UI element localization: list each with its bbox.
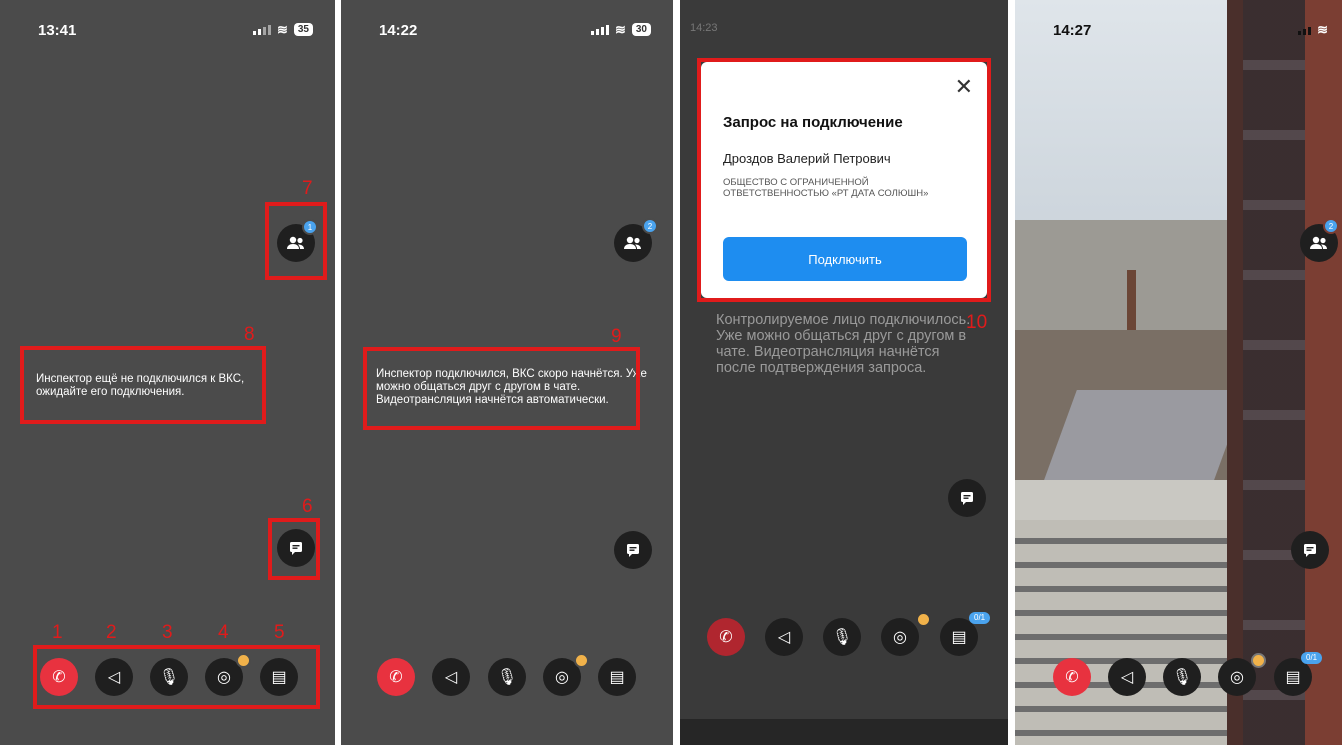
- annotation-box-participants: [265, 202, 327, 280]
- annotation-number-3: 3: [162, 622, 173, 643]
- speaker-button[interactable]: ◁: [432, 658, 470, 696]
- annotation-number-6: 6: [302, 496, 313, 517]
- end-call-button[interactable]: ✆: [377, 658, 415, 696]
- documents-count-badge: 0/1: [969, 612, 991, 624]
- chat-button[interactable]: [948, 479, 986, 517]
- status-bar: 13:41 ≋ 35: [0, 22, 335, 42]
- document-icon: ▤: [951, 629, 967, 646]
- chat-icon: [627, 544, 639, 557]
- phone-hangup-icon: ✆: [389, 669, 403, 686]
- speaker-icon: ◁: [1120, 669, 1134, 686]
- annotation-number-4: 4: [218, 622, 229, 643]
- chat-icon: [1304, 544, 1316, 557]
- location-indicator-dot: [1251, 653, 1266, 668]
- speaker-button[interactable]: ◁: [1108, 658, 1146, 696]
- location-indicator-dot: [574, 653, 589, 668]
- annotation-box-chat: [268, 518, 320, 580]
- annotation-number-1: 1: [52, 622, 63, 643]
- documents-count-badge: 0/1: [1301, 652, 1323, 664]
- documents-button[interactable]: ▤: [598, 658, 636, 696]
- microphone-icon: 🎙: [496, 669, 518, 686]
- location-button[interactable]: ◎: [881, 618, 919, 656]
- annotation-box-dialog: [697, 58, 991, 302]
- battery-icon: 35: [293, 23, 313, 36]
- annotation-number-2: 2: [106, 622, 117, 643]
- wifi-icon: ≋: [276, 22, 288, 37]
- annotation-number-10: 10: [966, 312, 988, 333]
- annotation-box-message: [20, 346, 266, 424]
- microphone-icon: 🎙: [1171, 669, 1193, 686]
- microphone-button[interactable]: 🎙: [488, 658, 526, 696]
- document-icon: ▤: [609, 669, 625, 686]
- chat-icon: [961, 492, 973, 505]
- screen-connection-request: 14:23 Контролируемое лицо подключилось. …: [680, 0, 1008, 745]
- wifi-icon: ≋: [1317, 22, 1328, 37]
- signal-icon: [590, 24, 609, 35]
- screen-video-broadcast: 14:27 ≋ 2 ✆ ◁ 🎙 ◎ ▤ 0/1: [1015, 0, 1342, 745]
- status-time: 14:23: [690, 22, 718, 34]
- status-time: 14:27: [1053, 22, 1092, 39]
- end-call-button[interactable]: ✆: [1053, 658, 1091, 696]
- participants-icon: [1310, 236, 1327, 249]
- annotation-number-5: 5: [274, 622, 285, 643]
- location-button[interactable]: ◎: [1218, 658, 1256, 696]
- signal-icon: [1298, 24, 1312, 35]
- speaker-button[interactable]: ◁: [765, 618, 803, 656]
- document-icon: ▤: [1285, 669, 1301, 686]
- participants-count-badge: 2: [1323, 218, 1339, 234]
- participants-icon: [624, 236, 641, 249]
- status-time: 14:22: [379, 22, 418, 39]
- location-pin-icon: ◎: [1230, 669, 1244, 686]
- phone-hangup-icon: ✆: [1065, 669, 1079, 686]
- speaker-icon: ◁: [777, 629, 791, 646]
- annotation-box-controls: [33, 645, 320, 709]
- microphone-button[interactable]: 🎙: [823, 618, 861, 656]
- android-navigation-bar: [680, 719, 1008, 745]
- annotation-number-8: 8: [244, 324, 255, 345]
- wifi-icon: ≋: [614, 22, 626, 37]
- status-bar: 14:27 ≋: [1015, 22, 1342, 42]
- battery-icon: 30: [631, 23, 651, 36]
- video-garage-levels: [1015, 520, 1245, 745]
- chat-button[interactable]: [1291, 531, 1329, 569]
- annotation-number-7: 7: [302, 178, 313, 199]
- location-indicator-dot: [916, 612, 931, 627]
- signal-icon: [252, 24, 271, 35]
- status-time: 13:41: [38, 22, 77, 39]
- screen-inspector-connected: 14:22 ≋ 30 2 Инспектор подключился, ВКС …: [341, 0, 673, 745]
- location-pin-icon: ◎: [555, 669, 569, 686]
- chat-button[interactable]: [614, 531, 652, 569]
- screen-waiting-inspector: 13:41 ≋ 35 1 Инспектор ещё не подключилс…: [0, 0, 335, 745]
- annotation-number-9: 9: [611, 326, 622, 347]
- annotation-box-message: [363, 347, 640, 430]
- phone-hangup-icon: ✆: [719, 629, 733, 646]
- location-pin-icon: ◎: [893, 629, 907, 646]
- status-bar: 14:23: [690, 22, 998, 36]
- participants-count-badge: 2: [642, 218, 658, 234]
- speaker-icon: ◁: [444, 669, 458, 686]
- microphone-icon: 🎙: [831, 629, 853, 646]
- end-call-button[interactable]: ✆: [707, 618, 745, 656]
- microphone-button[interactable]: 🎙: [1163, 658, 1201, 696]
- background-status-message: Контролируемое лицо подключилось. Уже мо…: [716, 312, 971, 376]
- video-brick-wall: [1305, 0, 1342, 745]
- status-bar: 14:22 ≋ 30: [341, 22, 673, 42]
